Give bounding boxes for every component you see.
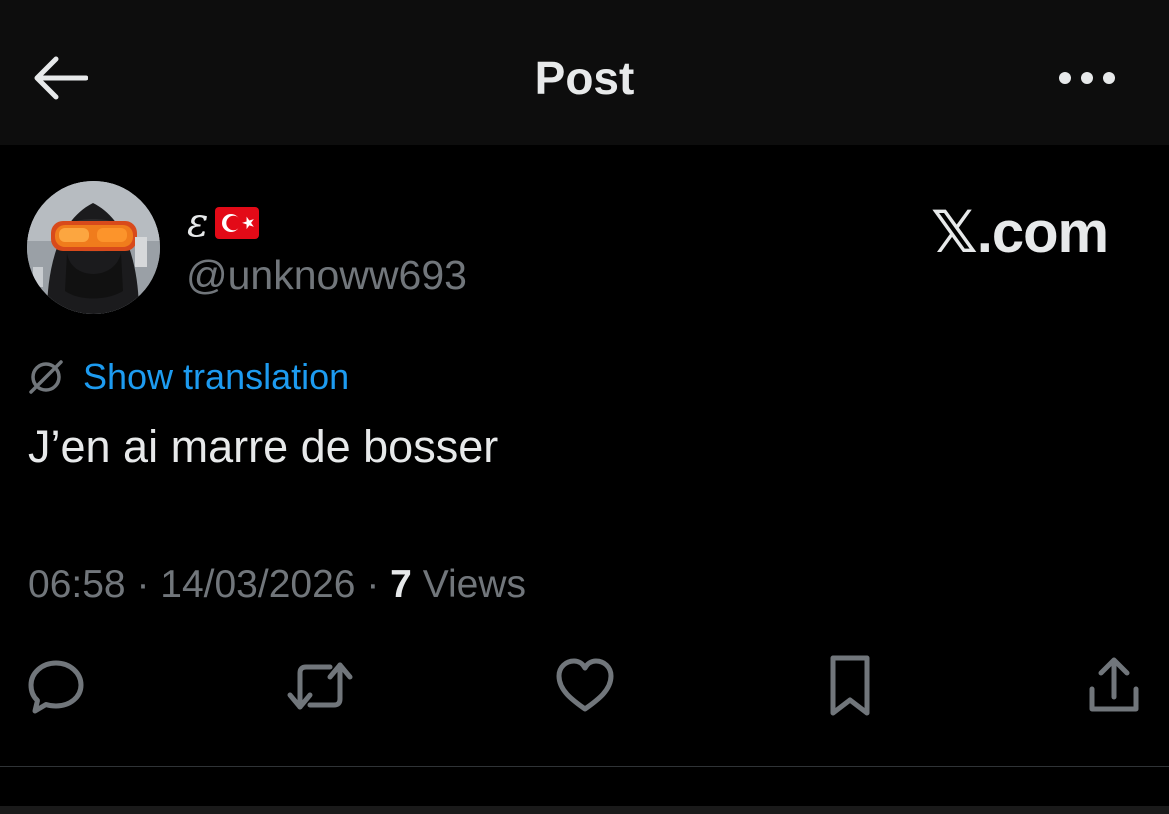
meta-separator: ·: [355, 563, 391, 606]
heart-icon: [556, 658, 614, 712]
share-button[interactable]: [1080, 652, 1148, 720]
post-date[interactable]: 14/03/2026: [160, 563, 355, 606]
display-name-text: ε: [187, 200, 209, 246]
like-button[interactable]: [551, 652, 619, 720]
retweet-icon: [287, 662, 353, 710]
arrow-left-icon: [34, 56, 88, 100]
retweet-button[interactable]: [286, 652, 354, 720]
bookmark-button[interactable]: [816, 652, 884, 720]
x-logo-text: 𝕏: [931, 198, 978, 266]
turkey-flag-icon: [215, 207, 260, 239]
avatar[interactable]: [27, 181, 160, 314]
globe-icon: [29, 360, 63, 394]
bottom-strip: [0, 806, 1169, 814]
back-button[interactable]: [28, 50, 92, 106]
watermark-domain: .com: [976, 200, 1109, 265]
meta-separator: ·: [125, 563, 161, 606]
top-bar: Post: [0, 0, 1169, 145]
show-translation-label: Show translation: [83, 356, 350, 397]
more-options-button[interactable]: [1052, 54, 1122, 102]
reply-icon: [28, 660, 84, 714]
x-com-watermark: 𝕏.com: [931, 198, 1109, 266]
share-icon: [1089, 657, 1139, 712]
views-label: Views: [411, 563, 527, 606]
views-count: 7: [390, 563, 412, 606]
divider: [0, 766, 1169, 767]
ellipsis-icon: [1059, 72, 1115, 84]
post-time[interactable]: 06:58: [28, 563, 126, 606]
display-name[interactable]: ε: [187, 200, 260, 246]
reply-button[interactable]: [22, 652, 90, 720]
post-meta: 06:58 · 14/03/2026 · 7 Views: [28, 560, 526, 610]
show-translation-button[interactable]: Show translation: [26, 354, 349, 400]
post-text: J’en ai marre de bosser: [28, 421, 499, 472]
bookmark-icon: [830, 655, 870, 716]
user-handle[interactable]: @unknoww693: [186, 250, 467, 300]
page-title: Post: [534, 52, 635, 104]
